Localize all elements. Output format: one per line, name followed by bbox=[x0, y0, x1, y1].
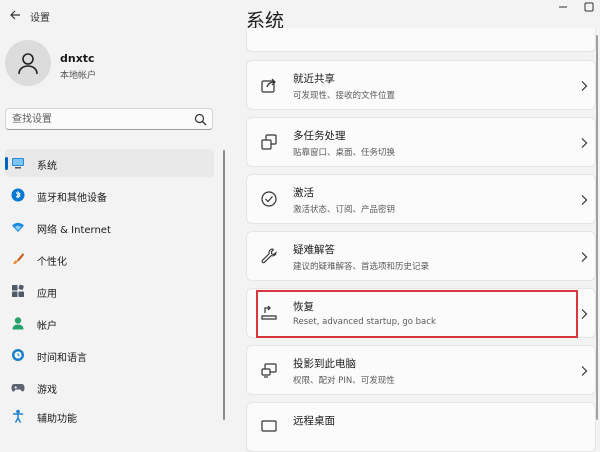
settings-card-remote-desktop[interactable]: 远程桌面 bbox=[246, 402, 596, 452]
multitask-icon bbox=[261, 134, 277, 150]
settings-card-recovery[interactable]: 恢复 Reset, advanced startup, go back bbox=[246, 288, 596, 338]
card-subtitle: 权限、配对 PIN、可发现性 bbox=[293, 376, 395, 386]
chevron-right-icon bbox=[581, 252, 588, 262]
nav-item-gaming[interactable]: 游戏 bbox=[5, 373, 214, 401]
wrench-icon bbox=[261, 248, 277, 264]
card-title: 远程桌面 bbox=[293, 415, 335, 427]
nav-label: 蓝牙和其他设备 bbox=[37, 193, 107, 204]
nav-item-apps[interactable]: 应用 bbox=[5, 277, 214, 305]
search-icon[interactable] bbox=[194, 113, 207, 126]
card-subtitle: Reset, advanced startup, go back bbox=[293, 317, 436, 327]
nav-label: 游戏 bbox=[37, 385, 57, 396]
settings-card-project-to-pc[interactable]: 投影到此电脑 权限、配对 PIN、可发现性 bbox=[246, 345, 596, 395]
nav-item-bluetooth[interactable]: 蓝牙和其他设备 bbox=[5, 181, 214, 209]
settings-card-activation[interactable]: 激活 激活状态、订阅、产品密钥 bbox=[246, 174, 596, 224]
card-title: 恢复 bbox=[293, 301, 314, 313]
card-title: 多任务处理 bbox=[293, 130, 346, 142]
app-title: 设置 bbox=[30, 13, 50, 24]
settings-card-nearby-sharing[interactable]: 就近共享 可发现性、接收的文件位置 bbox=[246, 60, 596, 110]
nav-label: 帐户 bbox=[37, 321, 57, 332]
content-scrollbar[interactable] bbox=[596, 35, 598, 420]
user-icon bbox=[18, 53, 38, 75]
nav-label: 时间和语言 bbox=[37, 353, 87, 364]
share-icon bbox=[261, 78, 276, 93]
active-indicator bbox=[5, 157, 8, 170]
account-type: 本地帐户 bbox=[60, 71, 97, 81]
settings-card-troubleshoot[interactable]: 疑难解答 建议的疑难解答、首选项和历史记录 bbox=[246, 231, 596, 281]
card-subtitle: 可发现性、接收的文件位置 bbox=[293, 91, 396, 101]
remote-desktop-icon bbox=[261, 420, 277, 432]
monitor-icon bbox=[12, 158, 24, 169]
card-title: 投影到此电脑 bbox=[293, 358, 356, 370]
project-icon bbox=[261, 363, 277, 378]
nav-item-time-language[interactable]: 时间和语言 bbox=[5, 341, 214, 369]
nav-label: 系统 bbox=[37, 161, 57, 172]
nav-label: 应用 bbox=[37, 289, 57, 300]
maximize-button[interactable] bbox=[578, 0, 600, 14]
nav-label: 个性化 bbox=[37, 257, 67, 268]
globe-clock-icon bbox=[12, 349, 24, 361]
card-subtitle: 激活状态、订阅、产品密钥 bbox=[293, 205, 396, 215]
card-title: 激活 bbox=[293, 187, 314, 199]
nav-item-system[interactable]: 系统 bbox=[5, 149, 214, 177]
chevron-right-icon bbox=[581, 138, 588, 148]
wifi-icon bbox=[12, 222, 24, 232]
chevron-right-icon bbox=[581, 309, 588, 319]
chevron-right-icon bbox=[581, 195, 588, 205]
minimize-button[interactable] bbox=[552, 0, 574, 14]
nav-item-network[interactable]: 网络 & Internet bbox=[5, 213, 214, 241]
brush-icon bbox=[13, 253, 24, 264]
apps-icon bbox=[12, 284, 24, 297]
card-title: 就近共享 bbox=[293, 73, 335, 85]
settings-card-multitasking[interactable]: 多任务处理 贴靠窗口、桌面、任务切换 bbox=[246, 117, 596, 167]
sidebar-scrollbar[interactable] bbox=[223, 150, 225, 420]
nav-item-personalization[interactable]: 个性化 bbox=[5, 245, 214, 273]
back-arrow-icon bbox=[10, 10, 20, 20]
nav-label: 网络 & Internet bbox=[37, 225, 111, 236]
nav-item-accounts[interactable]: 帐户 bbox=[5, 309, 214, 337]
back-button[interactable] bbox=[6, 6, 24, 24]
accessibility-icon bbox=[13, 409, 23, 423]
card-subtitle: 贴靠窗口、桌面、任务切换 bbox=[293, 148, 396, 158]
check-circle-icon bbox=[261, 191, 277, 207]
search-box[interactable] bbox=[5, 108, 213, 130]
minimize-icon bbox=[559, 6, 567, 8]
gamepad-icon bbox=[11, 384, 25, 392]
card-title: 疑难解答 bbox=[293, 244, 335, 256]
settings-card-partial[interactable] bbox=[246, 28, 596, 52]
search-input[interactable] bbox=[12, 112, 182, 126]
maximize-icon bbox=[584, 2, 594, 12]
bluetooth-icon bbox=[11, 188, 25, 202]
user-name: dnxtc bbox=[60, 52, 95, 65]
chevron-right-icon bbox=[581, 366, 588, 376]
recovery-icon bbox=[261, 305, 277, 320]
card-subtitle: 建议的疑难解答、首选项和历史记录 bbox=[293, 262, 430, 272]
person-icon bbox=[12, 317, 24, 330]
nav-label: 辅助功能 bbox=[37, 414, 77, 425]
nav-item-accessibility[interactable]: 辅助功能 bbox=[5, 402, 214, 430]
chevron-right-icon bbox=[581, 81, 588, 91]
avatar[interactable] bbox=[5, 40, 51, 86]
